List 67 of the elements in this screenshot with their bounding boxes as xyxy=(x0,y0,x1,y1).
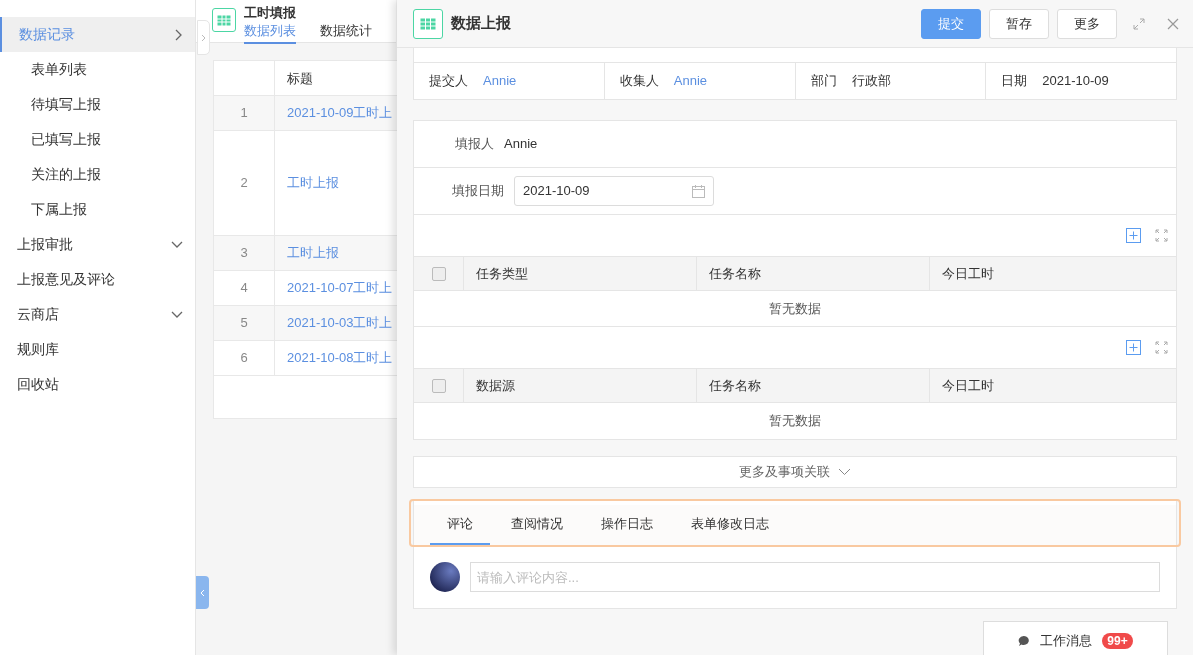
column-header: 今日工时 xyxy=(942,264,994,283)
table-icon xyxy=(212,8,236,32)
sidebar-item[interactable]: 云商店 xyxy=(0,297,195,332)
comment-field[interactable]: 请输入评论内容... xyxy=(470,562,1160,592)
field-value: 行政部 xyxy=(851,72,891,91)
row-number: 2 xyxy=(240,174,248,193)
tab[interactable]: 评论 xyxy=(430,505,490,545)
row-number: 4 xyxy=(240,279,248,298)
page-title: 工时填报 xyxy=(244,4,297,22)
fullscreen-icon[interactable] xyxy=(1155,341,1168,354)
tab[interactable]: 查阅情况 xyxy=(494,505,580,545)
more-link[interactable]: 更多及事项关联 xyxy=(413,456,1177,488)
tab[interactable]: 操作日志 xyxy=(584,505,670,545)
column-header: 任务名称 xyxy=(709,264,761,283)
field-label: 填报日期 xyxy=(451,182,505,201)
tab[interactable]: 数据统计 xyxy=(320,22,372,44)
field-label: 收集人 xyxy=(619,72,659,91)
column-header: 今日工时 xyxy=(942,376,994,395)
fullscreen-icon[interactable] xyxy=(1155,229,1168,242)
row-number: 6 xyxy=(240,349,248,368)
chevron-down-icon xyxy=(171,240,183,249)
empty-text: 暂无数据 xyxy=(769,299,821,318)
work-message-button[interactable]: 工作消息 99+ xyxy=(983,621,1168,655)
checkbox[interactable] xyxy=(431,266,446,281)
collapse-handle[interactable] xyxy=(196,576,209,609)
tab[interactable]: 表单修改日志 xyxy=(674,505,786,545)
empty-text: 暂无数据 xyxy=(769,412,821,431)
field-value: Annie xyxy=(504,135,538,154)
field-value: 2021-10-09 xyxy=(1042,72,1109,91)
add-icon[interactable] xyxy=(1126,228,1141,243)
drawer-title: 数据上报 xyxy=(451,13,511,34)
add-icon[interactable] xyxy=(1126,340,1141,355)
column-header: 标题 xyxy=(286,70,313,88)
close-icon[interactable] xyxy=(1167,17,1179,30)
chevron-right-icon xyxy=(175,28,183,41)
checkbox[interactable] xyxy=(431,378,446,393)
date-field[interactable]: 2021-10-09 xyxy=(514,176,714,206)
field-label: 填报人 xyxy=(454,135,495,154)
sidebar-item[interactable]: 待填写上报 xyxy=(0,87,195,122)
chat-bubble-icon xyxy=(1018,635,1031,647)
calendar-icon xyxy=(692,184,705,198)
sidebar-item[interactable]: 下属上报 xyxy=(0,192,195,227)
field-label: 日期 xyxy=(1001,72,1028,91)
chevron-down-icon xyxy=(838,468,851,476)
row-number: 5 xyxy=(240,314,248,333)
action-button[interactable]: 暂存 xyxy=(989,8,1049,39)
sidebar-item[interactable]: 上报审批 xyxy=(0,227,195,262)
column-header: 任务名称 xyxy=(709,376,761,395)
column-header: 任务类型 xyxy=(476,264,528,283)
sidebar-item[interactable]: 关注的上报 xyxy=(0,157,195,192)
field-label: 提交人 xyxy=(429,72,468,91)
row-number: 1 xyxy=(240,104,248,123)
maximize-icon[interactable] xyxy=(1133,17,1145,30)
sidebar-item[interactable]: 上报意见及评论 xyxy=(0,262,195,297)
row-number: 3 xyxy=(240,244,248,263)
action-button[interactable]: 更多 xyxy=(1057,8,1117,39)
field-label: 部门 xyxy=(810,72,837,91)
column-header: 数据源 xyxy=(476,376,515,395)
table-icon xyxy=(413,8,443,39)
sidebar-item[interactable]: 回收站 xyxy=(0,367,195,402)
sidebar-item[interactable]: 规则库 xyxy=(0,332,195,367)
chevron-down-icon xyxy=(171,310,183,319)
sidebar-item[interactable]: 已填写上报 xyxy=(0,122,195,157)
expand-handle[interactable] xyxy=(197,20,210,55)
sidebar-item[interactable]: 表单列表 xyxy=(0,52,195,87)
count-badge: 99+ xyxy=(1102,633,1133,649)
avatar xyxy=(430,562,460,592)
